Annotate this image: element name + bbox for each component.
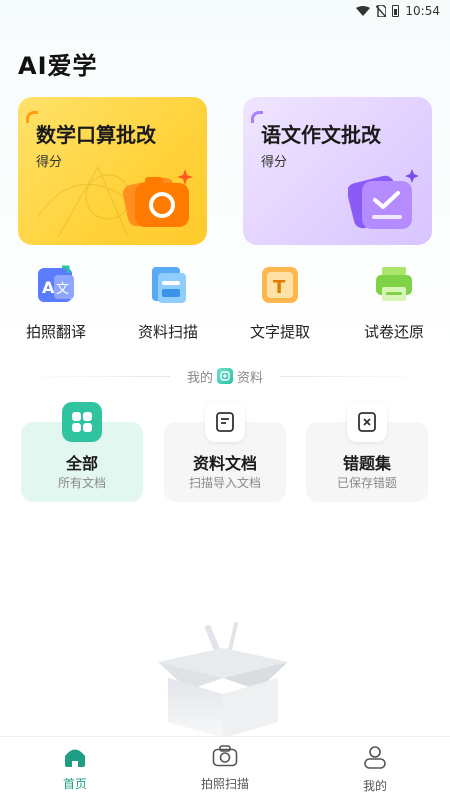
doc-category-subtitle: 已保存错题: [336, 476, 397, 490]
my-files-prefix: 我的: [186, 370, 213, 386]
my-files-suffix: 资料: [237, 370, 264, 386]
nav-home[interactable]: 首页: [30, 745, 120, 792]
doc-category-wrong-questions[interactable]: 错题集 已保存错题: [306, 402, 428, 502]
status-time: 10:54: [405, 4, 440, 18]
tool-doc-scan[interactable]: 资料扫描: [118, 265, 218, 342]
my-files-divider: 我的 资料: [0, 366, 450, 386]
tool-text-extract[interactable]: T 文字提取: [230, 265, 330, 342]
nav-label: 首页: [62, 777, 87, 791]
camera-icon: [123, 169, 193, 227]
wifi-icon: [356, 6, 371, 16]
tool-label: 拍照翻译: [25, 323, 86, 341]
divider-line: [280, 376, 430, 377]
text-extract-icon: T: [262, 267, 298, 303]
doc-category-subtitle: 所有文档: [57, 476, 106, 490]
profile-icon: [364, 746, 386, 769]
doc-category-title: 资料文档: [192, 454, 257, 473]
battery-icon: [392, 5, 400, 17]
math-grading-card[interactable]: 数学口算批改 得分: [18, 97, 207, 245]
home-icon: [65, 749, 85, 767]
files-icon: [217, 368, 233, 384]
card-subtitle: 得分: [261, 155, 288, 170]
doc-category-all[interactable]: 全部 所有文档: [21, 402, 143, 502]
app-title: AI爱学: [18, 52, 98, 80]
tool-label: 文字提取: [249, 323, 310, 341]
tool-label: 资料扫描: [137, 323, 198, 341]
printer-icon: [376, 267, 412, 301]
status-bar: 10:54: [0, 0, 450, 22]
card-title: 语文作文批改: [261, 123, 381, 147]
divider-line: [20, 376, 170, 377]
doc-category-documents[interactable]: 资料文档 扫描导入文档: [164, 402, 286, 502]
nav-mine[interactable]: 我的: [330, 745, 420, 794]
scan-icon: [152, 267, 186, 303]
no-sim-icon: [376, 5, 387, 17]
chinese-essay-card[interactable]: 语文作文批改 得分: [243, 97, 432, 245]
empty-box-illustration: [158, 622, 288, 738]
bottom-navigation: 首页 拍照扫描 我的: [0, 736, 450, 800]
grid-icon: [62, 402, 102, 442]
doc-category-title: 全部: [65, 454, 98, 473]
nav-label: 拍照扫描: [200, 777, 249, 791]
wrong-question-icon: [347, 402, 387, 442]
doc-category-title: 错题集: [342, 454, 391, 473]
check-doc-icon: [348, 169, 419, 229]
tool-paper-restore[interactable]: 试卷还原: [344, 265, 444, 342]
card-subtitle: 得分: [36, 155, 63, 170]
document-icon: [205, 402, 245, 442]
tools-row: A 文 拍照翻译 资料扫描 T 文字提取 试卷还原: [0, 265, 450, 345]
svg-text:文: 文: [56, 282, 69, 297]
svg-text:T: T: [273, 277, 286, 298]
svg-text:A: A: [42, 278, 55, 297]
tool-photo-translate[interactable]: A 文 拍照翻译: [6, 265, 106, 342]
doc-category-subtitle: 扫描导入文档: [188, 476, 261, 490]
card-title: 数学口算批改: [36, 123, 156, 147]
translate-icon: A 文: [38, 265, 74, 302]
tool-label: 试卷还原: [363, 323, 424, 341]
camera-icon: [212, 745, 238, 767]
nav-label: 我的: [362, 779, 387, 793]
nav-photo-scan[interactable]: 拍照扫描: [180, 745, 270, 792]
